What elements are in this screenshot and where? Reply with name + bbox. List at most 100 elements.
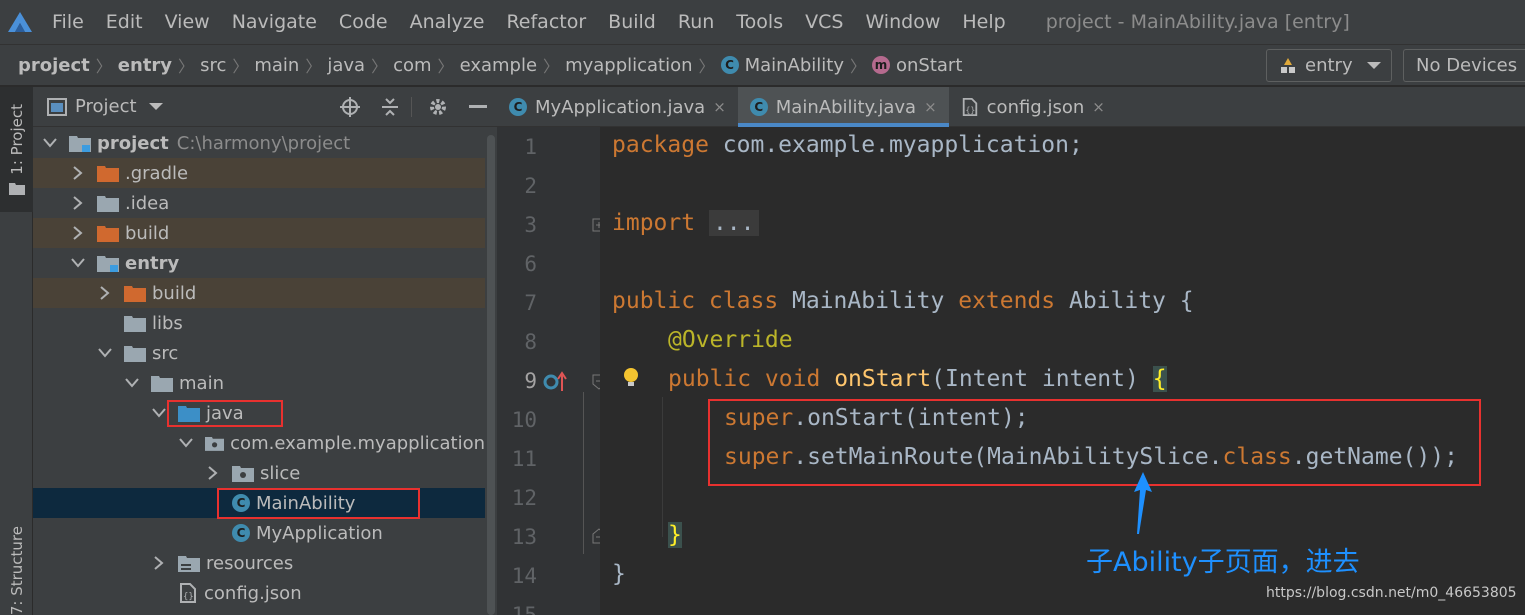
folded-imports[interactable]: ... — [708, 210, 759, 236]
project-tool-tab[interactable]: 1: Project — [0, 87, 33, 212]
tab-label: MainAbility.java — [775, 96, 917, 118]
tree-item-main[interactable]: main — [33, 368, 485, 398]
override-method-icon[interactable] — [543, 371, 569, 393]
navigation-bar: project 〉 entry 〉 src 〉 main 〉 java 〉 co… — [0, 44, 1525, 86]
tree-item-label: entry — [125, 252, 180, 274]
menu-help[interactable]: Help — [962, 11, 1005, 33]
breadcrumb-java[interactable]: java — [327, 55, 365, 76]
locate-target-icon[interactable] — [339, 96, 361, 118]
chevron-right-icon[interactable] — [98, 286, 112, 300]
menu-run[interactable]: Run — [678, 11, 714, 33]
menu-code[interactable]: Code — [339, 11, 388, 33]
structure-tool-tab[interactable]: 7: Structure — [0, 526, 33, 615]
matched-brace: } — [668, 522, 682, 548]
tab-mainability-java[interactable]: C MainAbility.java × — [737, 87, 949, 127]
tree-item-slice[interactable]: slice — [33, 458, 485, 488]
tree-item-myapplication[interactable]: C MyApplication — [33, 518, 485, 548]
menu-vcs[interactable]: VCS — [805, 11, 843, 33]
breadcrumb-example[interactable]: example — [460, 55, 537, 76]
line-number: 1 — [524, 135, 537, 159]
code-line-7: public class MainAbility extends Ability… — [612, 288, 1194, 314]
chevron-down-icon[interactable] — [43, 136, 57, 150]
annotation-callout: 子Ability子页面，进去 — [1086, 547, 1360, 578]
tree-item-config-json[interactable]: {} config.json — [33, 578, 485, 608]
breadcrumb-main[interactable]: main — [254, 55, 299, 76]
chevron-down-icon[interactable] — [179, 436, 193, 450]
annotation-arrow-icon — [1134, 472, 1152, 534]
tree-item-resources[interactable]: resources — [33, 548, 485, 578]
run-configuration-dropdown[interactable]: entry — [1266, 49, 1392, 82]
breadcrumb-separator-icon: 〉 — [698, 57, 715, 76]
menu-edit[interactable]: Edit — [106, 11, 143, 33]
watermark: https://blog.csdn.net/m0_46653805 — [1266, 585, 1517, 601]
keyword: extends — [958, 288, 1056, 314]
breadcrumb-src[interactable]: src — [200, 55, 226, 76]
menu-navigate[interactable]: Navigate — [232, 11, 317, 33]
close-icon[interactable]: × — [713, 98, 726, 116]
tree-item-src[interactable]: src — [33, 338, 485, 368]
chevron-right-icon[interactable] — [71, 166, 85, 180]
breadcrumb-project[interactable]: project — [18, 55, 90, 76]
menu-window[interactable]: Window — [865, 11, 940, 33]
lightbulb-icon[interactable] — [622, 367, 640, 389]
tab-myapplication-java[interactable]: C MyApplication.java × — [497, 87, 738, 127]
chevron-down-icon[interactable] — [71, 256, 85, 270]
tree-item-label: slice — [260, 462, 301, 484]
code-text: Ability { — [1055, 288, 1194, 314]
tree-item-entry-build[interactable]: build — [33, 278, 485, 308]
menu-tools[interactable]: Tools — [736, 11, 783, 33]
chevron-right-icon[interactable] — [71, 196, 85, 210]
breadcrumb-separator-icon: 〉 — [543, 57, 560, 76]
gear-icon[interactable] — [427, 96, 449, 118]
chevron-right-icon[interactable] — [152, 556, 166, 570]
view-mode-dropdown-icon[interactable] — [148, 103, 163, 110]
excluded-folder-icon — [124, 285, 146, 302]
module-icon — [1281, 57, 1295, 73]
menu-refactor[interactable]: Refactor — [506, 11, 586, 33]
line-number: 10 — [511, 408, 537, 432]
menu-analyze[interactable]: Analyze — [410, 11, 485, 33]
tree-item-label: config.json — [204, 582, 302, 604]
line-number: 6 — [524, 252, 537, 276]
tree-item-package[interactable]: com.example.myapplication — [33, 428, 485, 458]
scrollbar-thumb[interactable] — [487, 135, 495, 615]
breadcrumb-myapplication[interactable]: myapplication — [565, 55, 692, 76]
breadcrumb-com[interactable]: com — [393, 55, 431, 76]
project-panel-title[interactable]: Project — [75, 96, 137, 117]
chevron-right-icon[interactable] — [206, 466, 220, 480]
collapse-all-icon[interactable] — [379, 96, 401, 118]
code-editor[interactable]: package com.example.myapplication; impor… — [600, 127, 1525, 615]
highlight-box-java — [167, 400, 283, 427]
device-selector[interactable]: No Devices — [1403, 49, 1525, 82]
chevron-down-icon[interactable] — [152, 406, 166, 420]
code-line-14: } — [612, 561, 626, 587]
tree-item-entry[interactable]: entry — [33, 248, 485, 278]
close-icon[interactable]: × — [1092, 98, 1105, 116]
tree-item-project[interactable]: project C:\harmony\project — [33, 128, 485, 158]
chevron-down-icon[interactable] — [125, 376, 139, 390]
tab-config-json[interactable]: {} config.json × — [949, 87, 1117, 127]
tree-item-idea[interactable]: .idea — [33, 188, 485, 218]
chevron-right-icon[interactable] — [71, 226, 85, 240]
editor-gutter: 1 2 3 6 7 8 9 10 11 12 13 14 15 — [497, 127, 606, 615]
excluded-folder-icon — [97, 225, 119, 242]
tree-item-gradle[interactable]: .gradle — [33, 158, 485, 188]
code-text: com.example.myapplication; — [708, 132, 1083, 158]
breadcrumb-separator-icon: 〉 — [305, 57, 322, 76]
project-tree-scrollbar[interactable] — [485, 127, 497, 615]
tree-item-build[interactable]: build — [33, 218, 485, 248]
close-icon[interactable]: × — [924, 98, 937, 116]
breadcrumb-onstart[interactable]: m onStart — [872, 55, 962, 76]
class-icon: C — [720, 56, 739, 74]
tree-item-libs[interactable]: libs — [33, 308, 485, 338]
project-panel: Project project C:\harmony\project .grad… — [33, 87, 497, 615]
chevron-down-icon[interactable] — [98, 346, 112, 360]
menu-view[interactable]: View — [165, 11, 210, 33]
hide-panel-icon[interactable] — [467, 96, 489, 118]
svg-text:{}: {} — [183, 592, 194, 602]
breadcrumb-mainability[interactable]: C MainAbility — [720, 55, 844, 76]
menu-build[interactable]: Build — [608, 11, 656, 33]
menu-file[interactable]: File — [52, 11, 84, 33]
breadcrumb-entry[interactable]: entry — [118, 55, 172, 76]
package-icon — [205, 436, 225, 451]
